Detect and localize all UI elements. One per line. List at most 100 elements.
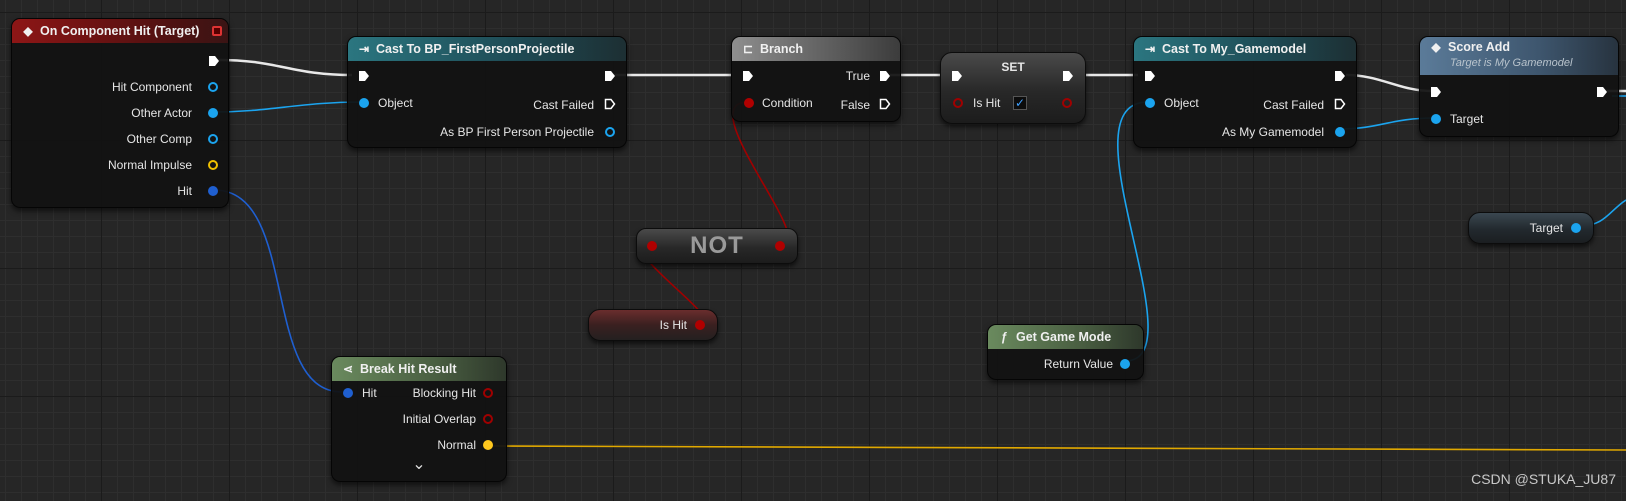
return-value-label: Return Value: [1043, 357, 1113, 371]
target-reference-node[interactable]: Target: [1468, 212, 1594, 244]
false-exec-pin[interactable]: [879, 98, 891, 110]
break-hit-result-title: Break Hit Result: [360, 362, 457, 376]
exec-out-pin[interactable]: [208, 55, 220, 67]
not-node[interactable]: NOT: [636, 228, 798, 264]
exec-out-pin[interactable]: [1334, 70, 1346, 82]
cast-arrows-icon: ⇥: [1144, 42, 1156, 56]
cast-to-gamemodel-title: Cast To My_Gamemodel: [1162, 42, 1307, 56]
object-wire-other-actor: [213, 101, 363, 113]
pin-label-hit-component: Hit Component: [111, 80, 192, 94]
object-label: Object: [1164, 96, 1199, 110]
branch-header[interactable]: ⊏ Branch: [732, 37, 900, 61]
target-ref-label: Target: [1529, 221, 1563, 235]
pin-label-other-comp: Other Comp: [126, 132, 192, 146]
as-gamemodel-pin[interactable]: [1335, 127, 1345, 137]
hit-in-label: Hit: [362, 386, 377, 400]
cast-failed-label: Cast Failed: [533, 98, 594, 112]
break-hit-result-header[interactable]: ⋖ Break Hit Result: [332, 357, 506, 381]
exec-wire-hit-to-cast: [217, 58, 353, 77]
initial-overlap-label: Initial Overlap: [402, 412, 476, 426]
exec-out-pin[interactable]: [604, 70, 616, 82]
on-component-hit-header[interactable]: ◆ On Component Hit (Target): [12, 19, 228, 43]
true-exec-pin[interactable]: [879, 70, 891, 82]
cast-failed-pin[interactable]: [604, 98, 616, 110]
blocking-hit-label: Blocking Hit: [412, 386, 476, 400]
blocking-hit-pin[interactable]: [483, 388, 493, 398]
score-add-title: Score Add: [1448, 40, 1511, 54]
exec-in-pin[interactable]: [951, 70, 963, 82]
normal-impulse-pin[interactable]: [208, 160, 218, 170]
normal-pin[interactable]: [483, 440, 493, 450]
cast-to-gamemodel-header[interactable]: ⇥ Cast To My_Gamemodel: [1134, 37, 1356, 61]
target-ref-pin[interactable]: [1571, 223, 1581, 233]
hit-in-pin[interactable]: [343, 388, 353, 398]
bool-wire-not-to-condition: [732, 101, 790, 246]
as-projectile-pin[interactable]: [605, 127, 615, 137]
exec-out-pin[interactable]: [1062, 70, 1074, 82]
set-is-hit-node[interactable]: SET Is Hit ✓: [940, 52, 1086, 124]
cast-to-projectile-header[interactable]: ⇥ Cast To BP_FirstPersonProjectile: [348, 37, 626, 61]
return-value-pin[interactable]: [1120, 359, 1130, 369]
get-game-mode-header[interactable]: ƒ Get Game Mode: [988, 325, 1143, 349]
exec-in-pin[interactable]: [742, 70, 754, 82]
break-hit-result-node[interactable]: ⋖ Break Hit Result Hit Blocking Hit Initi…: [331, 356, 507, 482]
exec-out-pin[interactable]: [1596, 86, 1608, 98]
is-hit-set-label: Is Hit: [973, 96, 1001, 110]
target-label: Target: [1450, 112, 1484, 126]
true-label: True: [845, 69, 870, 83]
is-hit-in-pin[interactable]: [953, 98, 963, 108]
false-label: False: [840, 98, 870, 112]
function-diamond-icon: ◆: [1431, 40, 1441, 54]
branch-node[interactable]: ⊏ Branch True Condition False: [731, 36, 901, 122]
expand-chevron-down-icon[interactable]: ⌄: [332, 457, 506, 473]
is-hit-out-pin[interactable]: [1062, 98, 1072, 108]
event-diamond-icon: ◆: [23, 24, 33, 38]
condition-label: Condition: [762, 96, 813, 110]
watermark: CSDN @STUKA_JU87: [1471, 471, 1616, 487]
hit-component-pin[interactable]: [208, 82, 218, 92]
is-hit-getter-node[interactable]: Is Hit: [588, 309, 718, 341]
break-struct-icon: ⋖: [342, 362, 354, 376]
branch-title: Branch: [760, 42, 804, 56]
function-f-icon: ƒ: [1000, 330, 1008, 344]
branch-icon: ⊏: [742, 42, 754, 56]
is-hit-checkbox[interactable]: ✓: [1013, 96, 1027, 110]
cast-to-gamemodel-node[interactable]: ⇥ Cast To My_Gamemodel Object Cast Failed…: [1133, 36, 1357, 148]
condition-pin[interactable]: [744, 98, 754, 108]
not-out-pin[interactable]: [775, 241, 785, 251]
delegate-square-icon[interactable]: [212, 26, 222, 36]
object-pin[interactable]: [359, 98, 369, 108]
other-comp-pin[interactable]: [208, 134, 218, 144]
hit-pin[interactable]: [208, 186, 218, 196]
score-add-node[interactable]: ◆ Score Add Target is My Gamemodel Target: [1419, 36, 1619, 137]
vector-wire-normal: [491, 445, 1626, 451]
exec-in-pin[interactable]: [1430, 86, 1442, 98]
pin-label-hit: Hit: [177, 184, 192, 198]
is-hit-out-pin[interactable]: [695, 320, 705, 330]
cast-to-projectile-node[interactable]: ⇥ Cast To BP_FirstPersonProjectile Object…: [347, 36, 627, 148]
other-actor-pin[interactable]: [208, 108, 218, 118]
as-projectile-label: As BP First Person Projectile: [440, 125, 594, 139]
get-game-mode-title: Get Game Mode: [1016, 330, 1112, 344]
exec-in-pin[interactable]: [1144, 70, 1156, 82]
cast-failed-label: Cast Failed: [1263, 98, 1324, 112]
on-component-hit-node[interactable]: ◆ On Component Hit (Target) Hit Component…: [11, 18, 229, 208]
score-add-subtitle: Target is My Gamemodel: [1450, 57, 1573, 69]
object-pin[interactable]: [1145, 98, 1155, 108]
not-label: NOT: [690, 232, 744, 259]
get-game-mode-node[interactable]: ƒ Get Game Mode Return Value: [987, 324, 1144, 380]
normal-label: Normal: [437, 438, 476, 452]
target-pin[interactable]: [1431, 114, 1441, 124]
object-label: Object: [378, 96, 413, 110]
pin-label-normal-impulse: Normal Impulse: [107, 158, 192, 172]
as-gamemodel-label: As My Gamemodel: [1221, 125, 1324, 139]
cast-arrows-icon: ⇥: [358, 42, 370, 56]
score-add-header[interactable]: ◆ Score Add Target is My Gamemodel: [1420, 37, 1618, 75]
on-component-hit-title: On Component Hit (Target): [40, 24, 200, 38]
object-wire-hit-struct: [213, 189, 343, 393]
cast-to-projectile-title: Cast To BP_FirstPersonProjectile: [376, 42, 575, 56]
initial-overlap-pin[interactable]: [483, 414, 493, 424]
cast-failed-pin[interactable]: [1334, 98, 1346, 110]
exec-in-pin[interactable]: [358, 70, 370, 82]
pin-label-other-actor: Other Actor: [131, 106, 192, 120]
